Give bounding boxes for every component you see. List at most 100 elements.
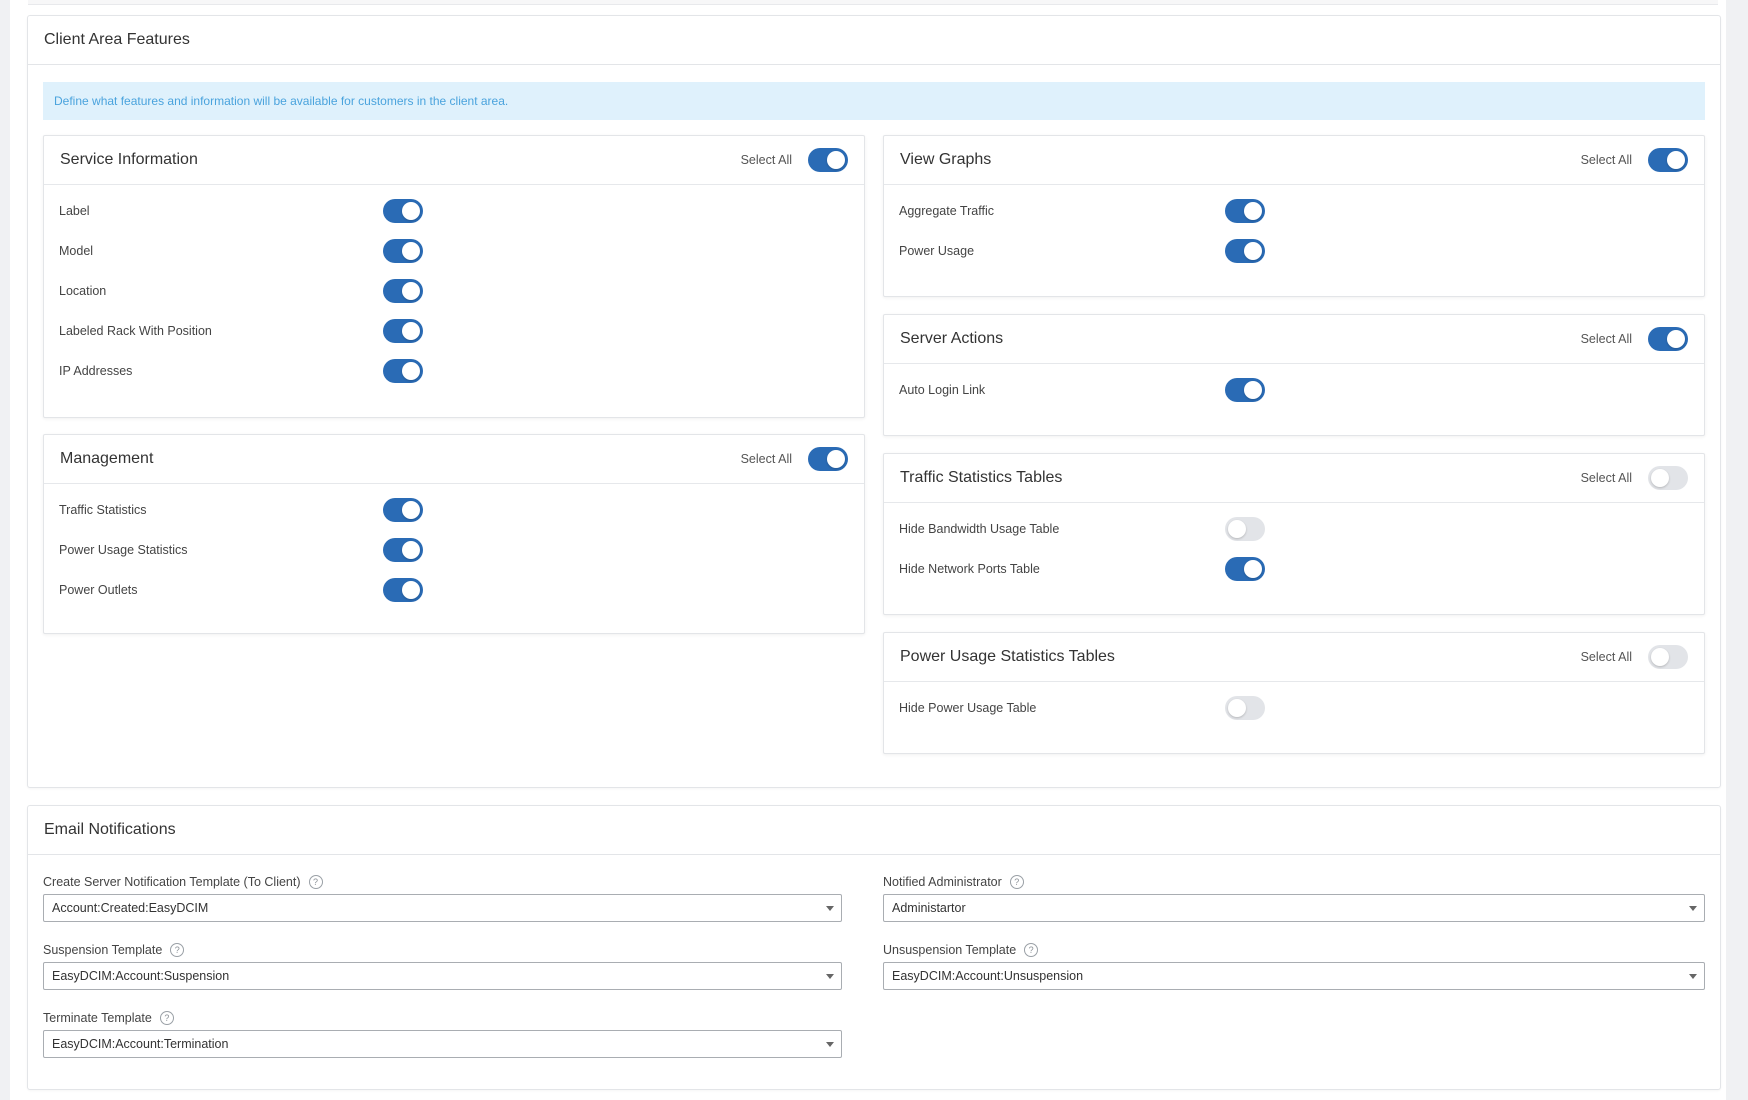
power-usage-statistics-tables-select-all-toggle[interactable]: [1648, 645, 1688, 669]
select-all-label: Select All: [740, 452, 792, 466]
management-card: Management Select All Traffic Statistics…: [43, 434, 865, 634]
option-label: Hide Network Ports Table: [899, 562, 1040, 576]
unsuspension-template-select[interactable]: EasyDCIM:Account:Unsuspension: [883, 962, 1705, 990]
power-usage-statistics-tables-title: Power Usage Statistics Tables: [900, 648, 1115, 665]
caret-down-icon: [1689, 906, 1697, 911]
client-area-info-alert: Define what features and information wil…: [43, 82, 1705, 120]
terminate-template-select[interactable]: EasyDCIM:Account:Termination: [43, 1030, 842, 1058]
traffic-statistics-tables-title: Traffic Statistics Tables: [900, 469, 1063, 486]
server-actions-select-all: Select All: [1581, 327, 1688, 351]
terminate-template-value: EasyDCIM:Account:Termination: [52, 1037, 229, 1051]
management-title: Management: [60, 450, 154, 467]
caret-down-icon: [826, 906, 834, 911]
unsuspension-template-label: Unsuspension Template ?: [883, 943, 1039, 957]
service-information-card: Service Information Select All Label Mod…: [43, 135, 865, 418]
option-label: Power Outlets: [59, 583, 138, 597]
traffic-statistics-tables-header: Traffic Statistics Tables Select All: [884, 454, 1704, 503]
create-template-label: Create Server Notification Template (To …: [43, 875, 323, 889]
option-label: Aggregate Traffic: [899, 204, 994, 218]
select-all-label: Select All: [1580, 471, 1632, 485]
client-area-features-title: Client Area Features: [28, 16, 1720, 65]
help-circle-icon[interactable]: ?: [308, 875, 323, 889]
hide-power-usage-table-toggle[interactable]: [1225, 696, 1265, 720]
management-select-all-toggle[interactable]: [808, 447, 848, 471]
option-row-location: Location: [44, 271, 864, 311]
option-row-power-usage-statistics: Power Usage Statistics: [44, 530, 864, 570]
option-label: Power Usage Statistics: [59, 543, 188, 557]
option-row-traffic-statistics: Traffic Statistics: [44, 490, 864, 530]
select-all-label: Select All: [1580, 153, 1632, 167]
server-actions-card: Server Actions Select All Auto Login Lin…: [883, 314, 1705, 436]
management-header: Management Select All: [44, 435, 864, 484]
aggregate-traffic-toggle[interactable]: [1225, 199, 1265, 223]
option-label: Power Usage: [899, 244, 975, 258]
option-label: Labeled Rack With Position: [59, 324, 212, 338]
select-all-label: Select All: [740, 153, 792, 167]
service-information-select-all: Select All: [741, 148, 848, 172]
option-row-hide-network-ports-table: Hide Network Ports Table: [884, 549, 1704, 589]
option-row-labeled-rack: Labeled Rack With Position: [44, 311, 864, 351]
management-select-all: Select All: [741, 447, 848, 471]
view-graphs-select-all-toggle[interactable]: [1648, 148, 1688, 172]
power-usage-statistics-tables-header: Power Usage Statistics Tables Select All: [884, 633, 1704, 682]
view-graphs-select-all: Select All: [1581, 148, 1688, 172]
help-circle-icon[interactable]: ?: [159, 1011, 174, 1025]
view-graphs-header: View Graphs Select All: [884, 136, 1704, 185]
label-toggle[interactable]: [383, 199, 423, 223]
client-area-features-panel: Client Area Features Define what feature…: [27, 15, 1721, 788]
hide-network-ports-table-toggle[interactable]: [1225, 557, 1265, 581]
email-notifications-panel: Email Notifications Create Server Notifi…: [27, 805, 1721, 1090]
notified-admin-select[interactable]: Administartor: [883, 894, 1705, 922]
labeled-rack-toggle[interactable]: [383, 319, 423, 343]
suspension-template-value: EasyDCIM:Account:Suspension: [52, 969, 230, 983]
unsuspension-template-label-text: Unsuspension Template: [883, 943, 1017, 957]
option-row-power-outlets: Power Outlets: [44, 570, 864, 610]
ip-addresses-toggle[interactable]: [383, 359, 423, 383]
terminate-template-label-text: Terminate Template: [43, 1011, 152, 1025]
traffic-statistics-tables-select-all: Select All: [1581, 466, 1688, 490]
view-graphs-title: View Graphs: [900, 151, 992, 168]
option-row-power-usage: Power Usage: [884, 231, 1704, 271]
auto-login-link-toggle[interactable]: [1225, 378, 1265, 402]
power-usage-statistics-toggle[interactable]: [383, 538, 423, 562]
location-toggle[interactable]: [383, 279, 423, 303]
server-actions-select-all-toggle[interactable]: [1648, 327, 1688, 351]
help-circle-icon[interactable]: ?: [1024, 943, 1039, 957]
traffic-statistics-toggle[interactable]: [383, 498, 423, 522]
power-usage-toggle[interactable]: [1225, 239, 1265, 263]
option-label: Model: [59, 244, 94, 258]
caret-down-icon: [826, 974, 834, 979]
create-template-select[interactable]: Account:Created:EasyDCIM: [43, 894, 842, 922]
option-label: Hide Power Usage Table: [899, 701, 1037, 715]
option-row-ip-addresses: IP Addresses: [44, 351, 864, 391]
power-usage-statistics-tables-select-all: Select All: [1581, 645, 1688, 669]
email-notifications-title: Email Notifications: [28, 806, 1720, 855]
help-circle-icon[interactable]: ?: [1009, 875, 1024, 889]
create-template-label-text: Create Server Notification Template (To …: [43, 875, 301, 889]
suspension-template-select[interactable]: EasyDCIM:Account:Suspension: [43, 962, 842, 990]
option-row-model: Model: [44, 231, 864, 271]
suspension-template-label: Suspension Template ?: [43, 943, 185, 957]
notified-admin-value: Administartor: [892, 901, 966, 915]
traffic-statistics-tables-select-all-toggle[interactable]: [1648, 466, 1688, 490]
option-label: Hide Bandwidth Usage Table: [899, 522, 1060, 536]
option-row-hide-bandwidth-usage-table: Hide Bandwidth Usage Table: [884, 509, 1704, 549]
previous-panel-edge: [28, 0, 1718, 5]
create-template-value: Account:Created:EasyDCIM: [52, 901, 209, 915]
option-row-hide-power-usage-table: Hide Power Usage Table: [884, 688, 1704, 728]
notified-admin-label-text: Notified Administrator: [883, 875, 1002, 889]
service-information-header: Service Information Select All: [44, 136, 864, 185]
option-label: Location: [59, 284, 107, 298]
view-graphs-card: View Graphs Select All Aggregate Traffic…: [883, 135, 1705, 297]
caret-down-icon: [826, 1042, 834, 1047]
caret-down-icon: [1689, 974, 1697, 979]
option-label: IP Addresses: [59, 364, 133, 378]
select-all-label: Select All: [1580, 650, 1632, 664]
select-all-label: Select All: [1580, 332, 1632, 346]
option-row-label: Label: [44, 191, 864, 231]
service-information-select-all-toggle[interactable]: [808, 148, 848, 172]
hide-bandwidth-usage-table-toggle[interactable]: [1225, 517, 1265, 541]
power-outlets-toggle[interactable]: [383, 578, 423, 602]
model-toggle[interactable]: [383, 239, 423, 263]
help-circle-icon[interactable]: ?: [170, 943, 185, 957]
